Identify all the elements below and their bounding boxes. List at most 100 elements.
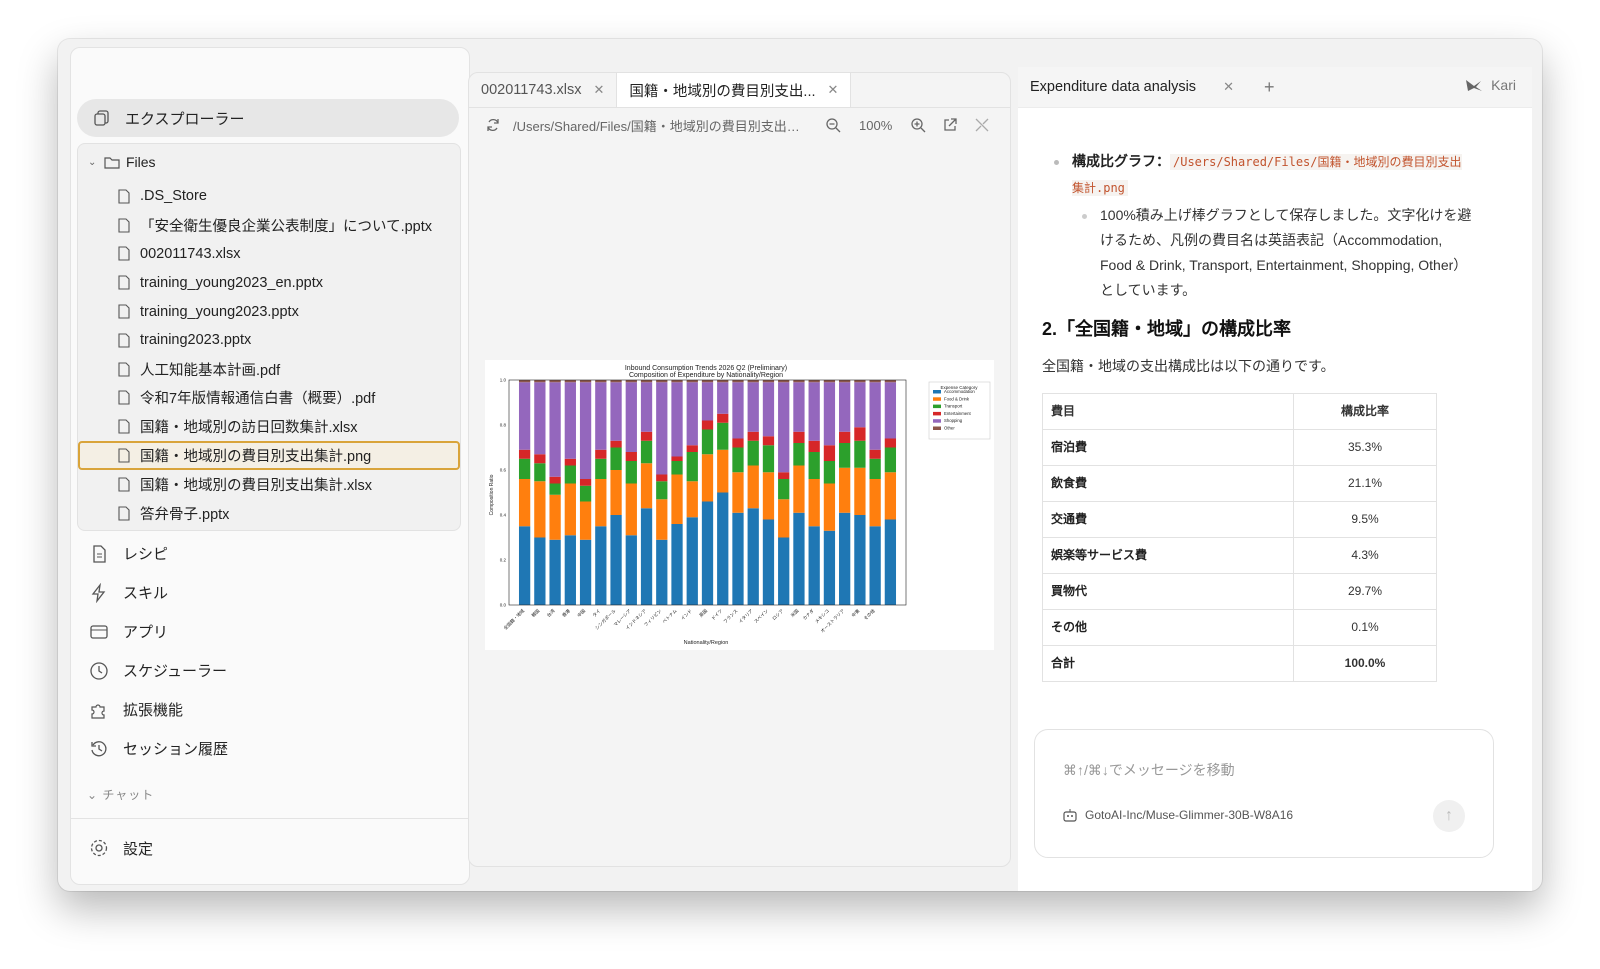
legend-swatch bbox=[933, 411, 941, 416]
table-cell: 4.3% bbox=[1293, 537, 1437, 574]
table-row: 宿泊費 35.3% bbox=[1042, 429, 1437, 466]
zoom-out-icon[interactable] bbox=[825, 117, 841, 133]
bar-segment bbox=[732, 447, 744, 473]
settings-button[interactable]: 設定 bbox=[89, 828, 153, 868]
file-icon bbox=[118, 506, 130, 521]
tab-expenditure-analysis[interactable]: Expenditure data analysis ✕ bbox=[1018, 67, 1246, 107]
bar-segment bbox=[595, 380, 607, 383]
refresh-icon[interactable] bbox=[485, 117, 501, 133]
bar-segment bbox=[717, 380, 729, 383]
user-menu[interactable]: Kari bbox=[1465, 77, 1516, 93]
chart-title: Inbound Consumption Trends 2026 Q2 (Prel… bbox=[625, 365, 787, 372]
file-name: 「安全衛生優良企業公表制度」について.pptx bbox=[140, 218, 432, 235]
file-name: 人工知能基本計画.pdf bbox=[140, 362, 281, 379]
file-item[interactable]: training_young2023_en.pptx bbox=[78, 268, 460, 297]
new-tab-button[interactable]: + bbox=[1264, 77, 1275, 98]
sidebar-item-apps[interactable]: アプリ bbox=[81, 612, 451, 651]
bar-segment bbox=[869, 458, 881, 479]
sidebar-item-skills[interactable]: スキル bbox=[81, 573, 451, 612]
explorer-button[interactable]: エクスプローラー bbox=[77, 99, 459, 137]
bar-segment bbox=[854, 515, 866, 605]
sidebar-item-label: アプリ bbox=[123, 624, 169, 641]
bar-segment bbox=[686, 517, 698, 605]
files-folder[interactable]: ⌄ Files bbox=[88, 154, 156, 170]
bar-segment bbox=[686, 481, 698, 518]
open-external-icon[interactable] bbox=[942, 117, 958, 133]
bar-segment bbox=[701, 380, 714, 383]
bar-segment bbox=[884, 472, 897, 520]
bar-segment bbox=[717, 449, 729, 493]
sidebar-item-extensions[interactable]: 拡張機能 bbox=[81, 690, 451, 729]
tab-label: 国籍・地域別の費目別支出... bbox=[629, 83, 816, 100]
file-item[interactable]: 国籍・地域別の費目別支出集計.xlsx bbox=[78, 470, 460, 499]
file-icon bbox=[118, 448, 130, 463]
bar-segment bbox=[701, 501, 714, 605]
bar-segment bbox=[671, 380, 683, 383]
bar-segment bbox=[549, 382, 561, 477]
bar-segment bbox=[808, 452, 820, 479]
bullet-title: 構成比グラフ： bbox=[1072, 153, 1170, 169]
bar-segment bbox=[671, 524, 683, 605]
bar-segment bbox=[671, 382, 683, 457]
sidebar-item-session-history[interactable]: セッション履歴 bbox=[81, 729, 451, 768]
file-item[interactable]: .DS_Store bbox=[78, 182, 460, 211]
chat-section-toggle[interactable]: ⌄ チャット bbox=[87, 786, 154, 803]
bar-segment bbox=[732, 472, 744, 513]
file-path: /Users/Shared/Files/国籍・地域別の費目別支出集... bbox=[513, 118, 803, 134]
bar-segment bbox=[701, 420, 714, 430]
file-item[interactable]: 国籍・地域別の訪日回数集計.xlsx bbox=[78, 412, 460, 441]
bar-segment bbox=[747, 380, 759, 383]
chart-x-ticks: 全国籍・地域 韓国 台湾 香港 中国 タイシンガポールマレーシアインドネシアフィリピン ベト… bbox=[502, 607, 877, 634]
file-item[interactable]: training2023.pptx bbox=[78, 326, 460, 355]
file-item[interactable]: 人工知能基本計画.pdf bbox=[78, 355, 460, 384]
close-icon[interactable]: ✕ bbox=[594, 82, 605, 98]
folder-icon bbox=[104, 157, 120, 169]
bar-segment bbox=[579, 382, 592, 479]
table-header: 構成比率 bbox=[1293, 393, 1437, 430]
file-item[interactable]: 国籍・地域別の費目別支出集計.png bbox=[78, 441, 460, 470]
bar-segment bbox=[793, 512, 805, 605]
file-item[interactable]: 002011743.xlsx bbox=[78, 240, 460, 269]
message-composer[interactable]: ⌘↑/⌘↓でメッセージを移動 GotoAI-Inc/Muse-Glimmer-3… bbox=[1034, 729, 1494, 858]
table-cell: 交通費 bbox=[1042, 501, 1294, 538]
file-name: .DS_Store bbox=[140, 188, 207, 205]
bar-segment bbox=[610, 447, 622, 470]
x-tick-label: 米国 bbox=[789, 607, 801, 619]
sidebar-item-label: スケジューラー bbox=[123, 663, 227, 680]
bar-segment bbox=[640, 382, 653, 432]
bar-segment bbox=[717, 422, 729, 450]
legend-swatch bbox=[933, 397, 941, 401]
bar-segment bbox=[701, 429, 714, 455]
bar-segment bbox=[518, 449, 531, 459]
sidebar-item-scheduler[interactable]: スケジューラー bbox=[81, 651, 451, 690]
model-selector[interactable]: GotoAI-Inc/Muse-Glimmer-30B-W8A16 bbox=[1063, 808, 1293, 822]
file-name: 令和7年版情報通信白書（概要）.pdf bbox=[140, 391, 376, 408]
file-item[interactable]: 令和7年版情報通信白書（概要）.pdf bbox=[78, 384, 460, 413]
y-tick-label: 0.6 bbox=[500, 468, 507, 473]
legend-swatch bbox=[933, 426, 941, 430]
file-item[interactable]: training_young2023.pptx bbox=[78, 297, 460, 326]
send-button[interactable]: ↑ bbox=[1433, 800, 1465, 832]
bar-segment bbox=[854, 427, 866, 441]
zoom-in-icon[interactable] bbox=[910, 117, 926, 133]
tab-xlsx[interactable]: 002011743.xlsx ✕ bbox=[469, 73, 618, 107]
bar-segment bbox=[656, 539, 668, 605]
file-item[interactable]: 答弁骨子.pptx bbox=[78, 499, 460, 528]
tab-png[interactable]: 国籍・地域別の費目別支出... ✕ bbox=[617, 73, 852, 107]
bar-segment bbox=[884, 438, 897, 448]
x-tick-label: インド bbox=[680, 608, 693, 621]
bar-segment bbox=[564, 465, 576, 484]
x-tick-label: イタリア bbox=[737, 607, 755, 625]
collapse-icon[interactable] bbox=[974, 117, 990, 133]
bar-segment bbox=[518, 380, 531, 383]
close-icon[interactable]: ✕ bbox=[1223, 79, 1234, 95]
bar-segment bbox=[518, 526, 531, 605]
chat-message: 構成比グラフ：/Users/Shared/Files/国籍・地域別の費目別支出集… bbox=[1042, 117, 1472, 682]
file-item[interactable]: 「安全衛生優良企業公表制度」について.pptx bbox=[78, 211, 460, 240]
composer-placeholder[interactable]: ⌘↑/⌘↓でメッセージを移動 bbox=[1063, 760, 1235, 780]
bar-segment bbox=[640, 431, 653, 441]
bar-segment bbox=[732, 380, 744, 383]
sidebar-item-recipes[interactable]: レシピ bbox=[81, 534, 451, 573]
close-icon[interactable]: ✕ bbox=[828, 82, 839, 98]
bar-segment bbox=[732, 382, 744, 439]
